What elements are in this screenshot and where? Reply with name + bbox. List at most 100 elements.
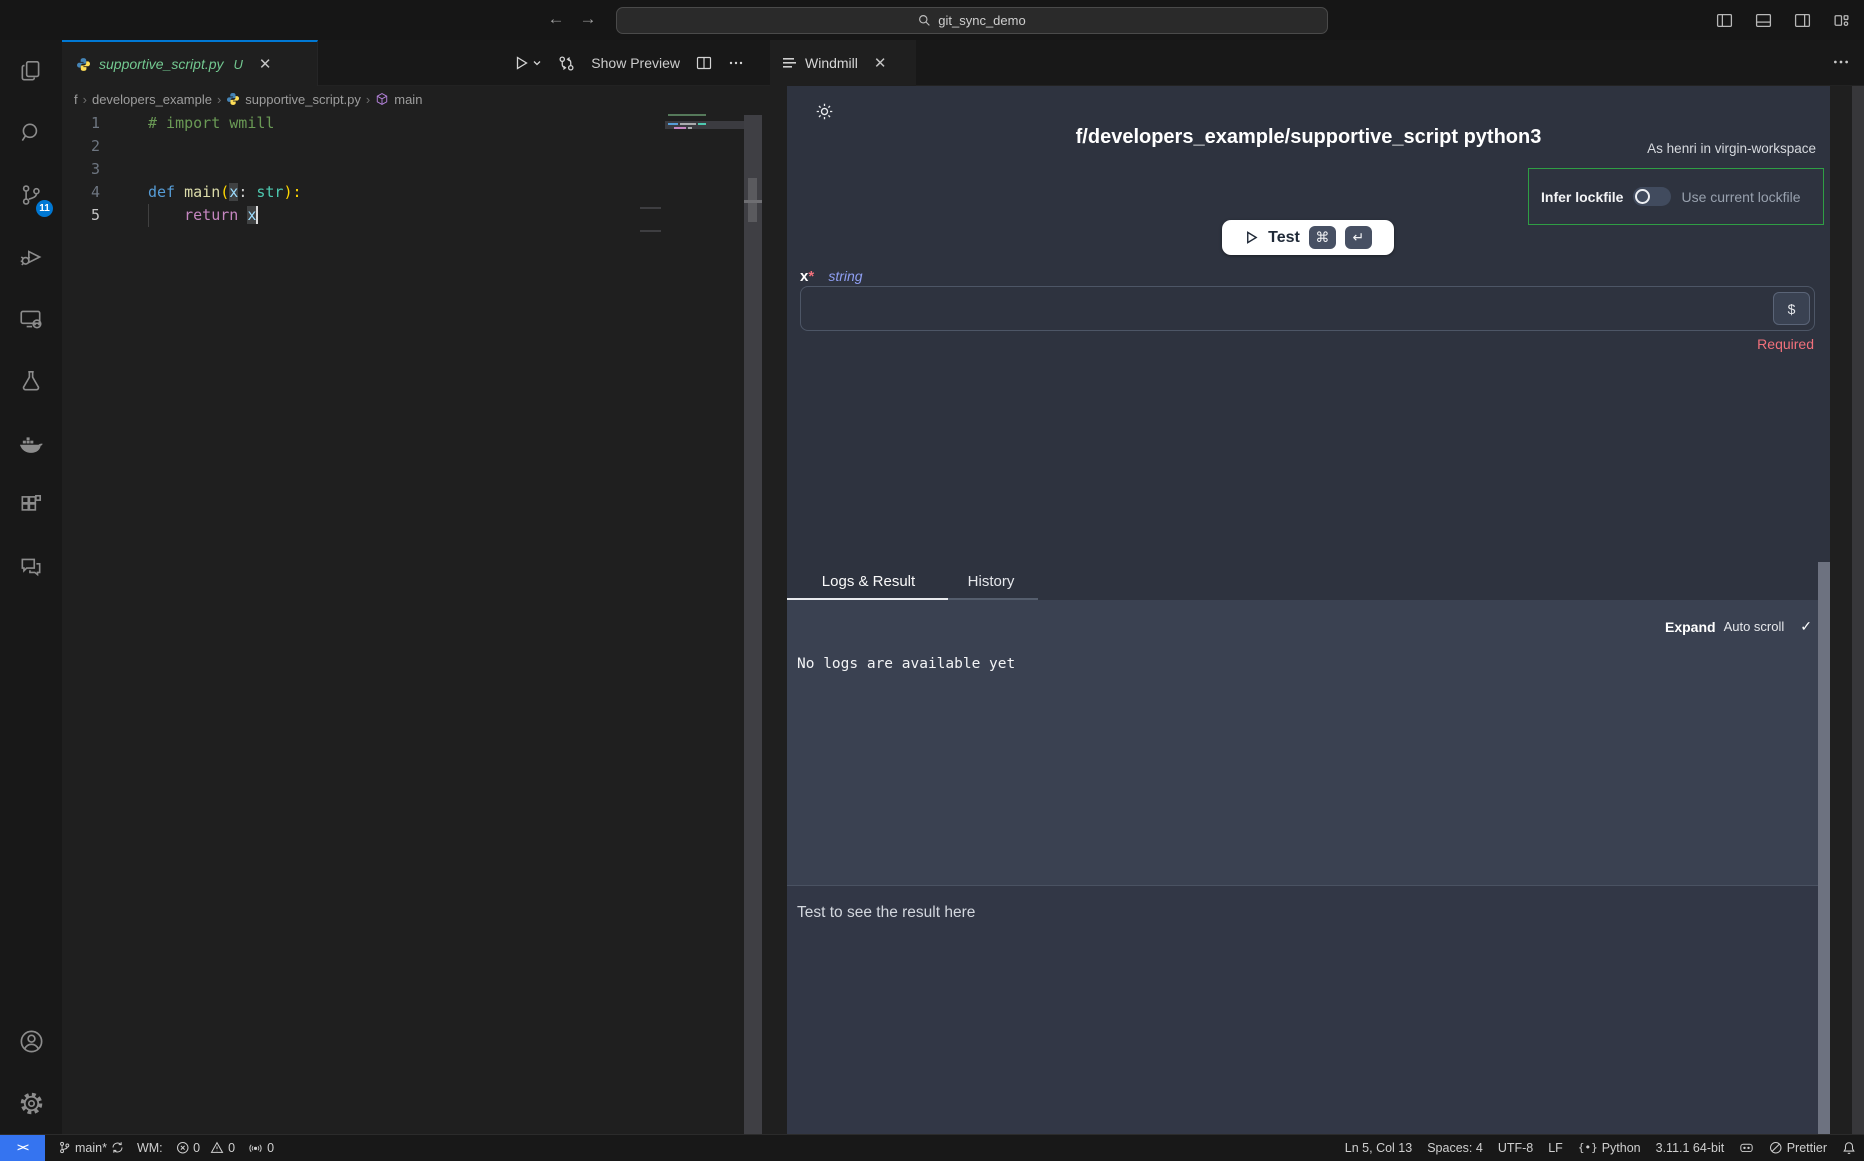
warning-icon — [210, 1141, 224, 1155]
code-line-4: 4 def main(x: str): — [62, 181, 762, 204]
account-icon[interactable] — [0, 1010, 62, 1072]
indent-guide — [148, 204, 149, 227]
field-label: x* string — [800, 268, 863, 285]
test-button[interactable]: Test ⌘ ↵ — [1222, 220, 1394, 255]
variable-picker-button[interactable]: $ — [1773, 292, 1810, 325]
breadcrumb-folder[interactable]: developers_example — [92, 92, 212, 107]
python-version-item[interactable]: 3.11.1 64-bit — [1656, 1141, 1725, 1155]
infer-lockfile-label: Infer lockfile — [1541, 189, 1623, 205]
run-debug-icon[interactable] — [0, 226, 62, 288]
toggle-panel-icon[interactable] — [1750, 7, 1776, 33]
windmill-panel-group: Windmill ✕ f/developers_example/supporti… — [762, 40, 1864, 1134]
breadcrumb-symbol[interactable]: main — [394, 92, 422, 107]
panel-tab-bar: Windmill ✕ — [762, 40, 1864, 86]
language-mode-item[interactable]: {•} Python — [1578, 1141, 1641, 1155]
text-cursor — [256, 206, 258, 224]
tab-title: Windmill — [805, 55, 858, 71]
auto-scroll-label[interactable]: Auto scroll — [1724, 619, 1785, 634]
tab-history[interactable]: History — [950, 562, 1032, 600]
show-preview-button[interactable]: Show Preview — [591, 55, 680, 71]
settings-gear-icon[interactable] — [0, 1072, 62, 1134]
search-value: git_sync_demo — [938, 13, 1025, 28]
problems-item[interactable]: 0 0 — [176, 1141, 235, 1155]
code-line-1: 1 # import wmill — [62, 112, 762, 135]
breadcrumb: f › developers_example › supportive_scri… — [62, 86, 762, 112]
command-center-search[interactable]: git_sync_demo — [616, 7, 1328, 34]
more-actions-icon[interactable] — [728, 55, 744, 71]
use-current-lockfile-label: Use current lockfile — [1681, 189, 1800, 205]
tab-windmill[interactable]: Windmill ✕ — [770, 40, 916, 86]
activity-bar: 11 — [0, 40, 62, 1134]
tab-untracked-badge: U — [234, 57, 243, 72]
forward-arrow-icon[interactable]: → — [575, 6, 601, 32]
python-file-icon — [226, 92, 240, 106]
lockfile-toggle[interactable] — [1633, 187, 1671, 206]
git-branch-item[interactable]: main* — [58, 1141, 124, 1155]
editor-scrollbar[interactable] — [744, 115, 762, 1134]
comments-icon[interactable] — [0, 536, 62, 598]
open-changes-icon[interactable] — [558, 55, 575, 72]
enter-key-badge: ↵ — [1345, 226, 1372, 249]
customize-layout-icon[interactable] — [1828, 7, 1854, 33]
lockfile-options-box: Infer lockfile Use current lockfile — [1528, 168, 1824, 225]
ports-item[interactable]: 0 — [248, 1141, 274, 1155]
result-area: Test to see the result here — [787, 885, 1830, 1134]
encoding-item[interactable]: UTF-8 — [1498, 1141, 1533, 1155]
cmd-key-badge: ⌘ — [1309, 226, 1336, 249]
tab-supportive-script[interactable]: supportive_script.py U ✕ — [62, 40, 318, 86]
remote-indicator[interactable]: >< — [0, 1135, 45, 1161]
prettier-item[interactable]: Prettier — [1769, 1141, 1827, 1155]
sync-icon — [111, 1141, 124, 1154]
code-line-3: 3 — [62, 158, 762, 181]
cursor-position-item[interactable]: Ln 5, Col 13 — [1345, 1141, 1412, 1155]
status-bar: >< main* WM: 0 0 0 Ln 5, Col 13 Spaces: … — [0, 1134, 1864, 1160]
tab-filename: supportive_script.py — [99, 56, 224, 72]
auto-scroll-check-icon[interactable]: ✓ — [1800, 618, 1812, 635]
error-icon — [176, 1141, 190, 1155]
extensions-icon[interactable] — [0, 474, 62, 536]
eol-item[interactable]: LF — [1548, 1141, 1563, 1155]
indentation-item[interactable]: Spaces: 4 — [1427, 1141, 1483, 1155]
branch-icon — [58, 1141, 71, 1154]
tab-close-icon[interactable]: ✕ — [259, 55, 272, 73]
editor-tab-bar: supportive_script.py U ✕ Show Preview — [62, 40, 762, 86]
windmill-status-item[interactable]: WM: — [137, 1141, 163, 1155]
run-python-file-button[interactable] — [513, 55, 542, 71]
breadcrumb-root[interactable]: f — [74, 92, 78, 107]
search-icon — [918, 14, 931, 27]
remote-explorer-icon[interactable] — [0, 288, 62, 350]
required-message: Required — [1757, 336, 1814, 352]
copilot-icon[interactable] — [1739, 1141, 1754, 1154]
python-file-icon — [76, 57, 91, 72]
windmill-webview: f/developers_example/supportive_script p… — [787, 86, 1830, 1134]
code-line-2: 2 — [62, 135, 762, 158]
toggle-secondary-sidebar-icon[interactable] — [1789, 7, 1815, 33]
result-tab-list: Logs & Result History — [787, 562, 1830, 600]
disabled-slash-icon — [1769, 1141, 1783, 1155]
back-arrow-icon[interactable]: ← — [543, 6, 569, 32]
broadcast-icon — [248, 1141, 263, 1154]
tab-logs-result[interactable]: Logs & Result — [787, 562, 950, 600]
expand-button[interactable]: Expand — [1665, 619, 1716, 635]
tab-close-icon[interactable]: ✕ — [874, 54, 887, 72]
docker-icon[interactable] — [0, 412, 62, 474]
workspace-context: As henri in virgin-workspace — [1647, 141, 1816, 156]
search-view-icon[interactable] — [0, 102, 62, 164]
code-editor[interactable]: 1 # import wmill 2 3 4 def main(x: str):… — [62, 112, 762, 1134]
play-icon — [1244, 230, 1259, 245]
minimap[interactable] — [665, 112, 744, 1134]
split-editor-icon[interactable] — [696, 55, 712, 71]
webview-scrollbar[interactable] — [1818, 562, 1830, 1134]
explorer-icon[interactable] — [0, 40, 62, 102]
x-input[interactable] — [800, 286, 1815, 331]
notifications-bell-icon[interactable] — [1842, 1141, 1856, 1155]
testing-icon[interactable] — [0, 350, 62, 412]
windmill-icon — [783, 57, 797, 69]
logs-area: Expand Auto scroll ✓ No logs are availab… — [787, 600, 1830, 885]
toggle-sidebar-icon[interactable] — [1711, 7, 1737, 33]
panel-more-actions-icon[interactable] — [1832, 53, 1850, 71]
source-control-icon[interactable]: 11 — [0, 164, 62, 226]
breadcrumb-file[interactable]: supportive_script.py — [245, 92, 361, 107]
theme-toggle-sun-icon[interactable] — [815, 102, 834, 121]
symbol-method-icon — [375, 92, 389, 106]
